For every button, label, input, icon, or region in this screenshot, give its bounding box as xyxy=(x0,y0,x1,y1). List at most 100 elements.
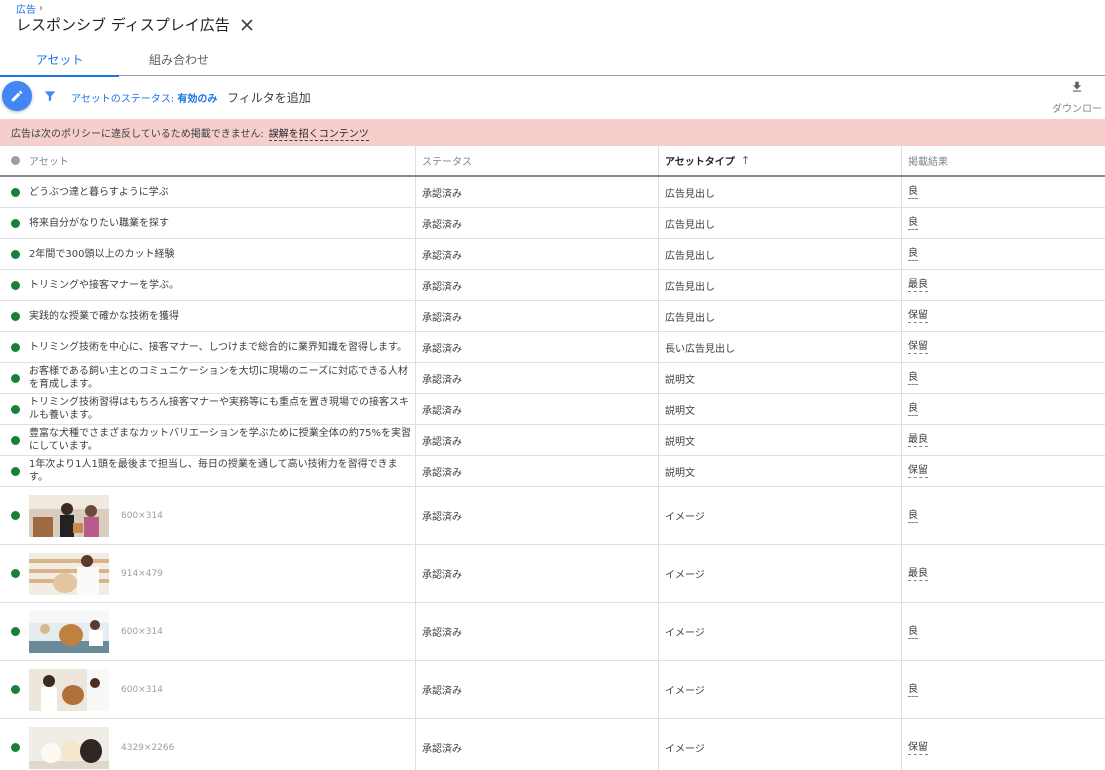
asset-cell: 600×314 xyxy=(0,487,416,544)
performance-cell: 良 xyxy=(902,363,1105,393)
performance-cell: 保留 xyxy=(902,301,1105,331)
performance-label[interactable]: 保留 xyxy=(908,340,928,354)
filter-icon[interactable] xyxy=(43,89,57,103)
download-icon xyxy=(1072,81,1082,92)
status-cell: 承認済み xyxy=(416,719,659,770)
table-row[interactable]: お客様である飼い主とのコミュニケーションを大切に現場のニーズに対応できる人材を育… xyxy=(0,363,1105,394)
performance-label[interactable]: 保留 xyxy=(908,309,928,323)
status-dot-icon xyxy=(11,466,20,476)
header-asset[interactable]: アセット xyxy=(0,146,416,175)
status-dot-icon xyxy=(11,511,20,520)
performance-cell: 良 xyxy=(902,661,1105,718)
performance-label[interactable]: 保留 xyxy=(908,741,928,755)
image-thumbnail[interactable] xyxy=(29,494,109,537)
image-thumbnail[interactable] xyxy=(29,552,109,595)
asset-text: 2年間で300頭以上のカット経験 xyxy=(29,248,175,260)
assets-table: アセット ステータス アセットタイプ ↑ 掲載結果 どうぶつ達と暮らすように学ぶ … xyxy=(0,146,1105,770)
table-row[interactable]: トリミング技術を中心に、接客マナー、しつけまで総合的に業界知識を習得します。 承… xyxy=(0,332,1105,363)
table-row[interactable]: 1年次より1人1頭を最後まで担当し、毎日の授業を通して高い技術力を習得できます。… xyxy=(0,456,1105,487)
performance-label[interactable]: 保留 xyxy=(908,464,928,478)
tab-assets[interactable]: アセット xyxy=(0,42,119,77)
type-cell: 説明文 xyxy=(659,394,902,424)
download-button[interactable]: ダウンロー xyxy=(1051,80,1103,115)
header-performance[interactable]: 掲載結果 xyxy=(902,146,1105,175)
performance-label[interactable]: 良 xyxy=(908,402,918,416)
title-row: レスポンシブ ディスプレイ広告 xyxy=(16,14,254,35)
type-cell: 長い広告見出し xyxy=(659,332,902,362)
page-header: 広告 › レスポンシブ ディスプレイ広告 アセット 組み合わせ xyxy=(0,0,1105,77)
table-row[interactable]: トリミング技術習得はもちろん接客マナーや実務等にも重点を置き現場での接客スキルも… xyxy=(0,394,1105,425)
performance-label[interactable]: 良 xyxy=(908,509,918,523)
type-cell: 広告見出し xyxy=(659,177,902,207)
performance-label[interactable]: 最良 xyxy=(908,567,928,581)
type-cell: 広告見出し xyxy=(659,239,902,269)
asset-text: どうぶつ達と暮らすように学ぶ xyxy=(29,186,169,198)
table-row[interactable]: 600×314 承認済み イメージ 良 xyxy=(0,603,1105,661)
asset-type-text: 広告見出し xyxy=(665,250,715,262)
asset-type-text: 広告見出し xyxy=(665,188,715,200)
status-dot-icon xyxy=(11,743,20,752)
table-row[interactable]: 600×314 承認済み イメージ 良 xyxy=(0,661,1105,719)
asset-cell: 実践的な授業で確かな技術を獲得 xyxy=(0,301,416,331)
status-dot-icon xyxy=(11,569,20,578)
status-dot-icon xyxy=(11,627,20,636)
status-text: 承認済み xyxy=(422,436,462,448)
status-cell: 承認済み xyxy=(416,425,659,455)
performance-cell: 良 xyxy=(902,208,1105,238)
status-text: 承認済み xyxy=(422,512,462,523)
performance-label[interactable]: 良 xyxy=(908,185,918,199)
tab-combinations[interactable]: 組み合わせ xyxy=(119,42,239,76)
image-thumbnail[interactable] xyxy=(29,726,109,769)
performance-label[interactable]: 最良 xyxy=(908,433,928,447)
asset-cell: どうぶつ達と暮らすように学ぶ xyxy=(0,177,416,207)
table-row[interactable]: どうぶつ達と暮らすように学ぶ 承認済み 広告見出し 良 xyxy=(0,177,1105,208)
status-text: 承認済み xyxy=(422,343,462,355)
asset-type-text: 説明文 xyxy=(665,374,695,386)
asset-type-text: 説明文 xyxy=(665,467,695,479)
status-dot-icon xyxy=(11,311,20,321)
performance-label[interactable]: 良 xyxy=(908,625,918,639)
performance-label[interactable]: 最良 xyxy=(908,278,928,292)
performance-label[interactable]: 良 xyxy=(908,216,918,230)
performance-label[interactable]: 良 xyxy=(908,371,918,385)
status-cell: 承認済み xyxy=(416,394,659,424)
table-row[interactable]: 2年間で300頭以上のカット経験 承認済み 広告見出し 良 xyxy=(0,239,1105,270)
add-filter-button[interactable]: フィルタを追加 xyxy=(227,89,311,106)
breadcrumb-separator: › xyxy=(39,3,43,14)
status-text: 承認済み xyxy=(422,686,462,697)
image-dimensions: 914×479 xyxy=(121,568,163,579)
asset-type-text: 長い広告見出し xyxy=(665,343,735,355)
asset-text: 1年次より1人1頭を最後まで担当し、毎日の授業を通して高い技術力を習得できます。 xyxy=(29,459,398,483)
performance-label[interactable]: 良 xyxy=(908,247,918,261)
table-row[interactable]: 4329×2266 承認済み イメージ 保留 xyxy=(0,719,1105,770)
asset-text: お客様である飼い主とのコミュニケーションを大切に現場のニーズに対応できる人材を育… xyxy=(29,366,408,390)
alert-message: 広告は次のポリシーに違反しているため掲載できません: xyxy=(11,129,264,140)
image-thumbnail[interactable] xyxy=(29,668,109,711)
close-icon[interactable] xyxy=(240,18,254,32)
performance-cell: 良 xyxy=(902,603,1105,660)
asset-cell: 4329×2266 xyxy=(0,719,416,770)
header-status[interactable]: ステータス xyxy=(416,146,659,175)
status-dot-icon xyxy=(11,685,20,694)
status-text: 承認済み xyxy=(422,570,462,581)
image-thumbnail[interactable] xyxy=(29,610,109,653)
image-dimensions: 600×314 xyxy=(121,510,163,521)
table-row[interactable]: 600×314 承認済み イメージ 良 xyxy=(0,487,1105,545)
asset-cell: トリミング技術習得はもちろん接客マナーや実務等にも重点を置き現場での接客スキルも… xyxy=(0,394,416,424)
status-dot-icon xyxy=(11,404,20,414)
table-row[interactable]: 豊富な犬種でさまざまなカットバリエーションを学ぶために授業全体の約75%を実習に… xyxy=(0,425,1105,456)
table-row[interactable]: 914×479 承認済み イメージ 最良 xyxy=(0,545,1105,603)
table-row[interactable]: 将来自分がなりたい職業を探す 承認済み 広告見出し 良 xyxy=(0,208,1105,239)
edit-button[interactable] xyxy=(2,81,32,111)
policy-link[interactable]: 誤解を招くコンテンツ xyxy=(268,125,369,141)
status-filter-chip[interactable]: アセットのステータス: 有効のみ xyxy=(71,90,217,105)
header-asset-type[interactable]: アセットタイプ ↑ xyxy=(659,146,902,175)
download-label: ダウンロー xyxy=(1052,104,1102,115)
status-text: 承認済み xyxy=(422,467,462,479)
status-cell: 承認済み xyxy=(416,487,659,544)
table-row[interactable]: 実践的な授業で確かな技術を獲得 承認済み 広告見出し 保留 xyxy=(0,301,1105,332)
status-dot-icon xyxy=(11,249,20,259)
table-row[interactable]: トリミングや接客マナーを学ぶ。 承認済み 広告見出し 最良 xyxy=(0,270,1105,301)
performance-label[interactable]: 良 xyxy=(908,683,918,697)
status-cell: 承認済み xyxy=(416,332,659,362)
